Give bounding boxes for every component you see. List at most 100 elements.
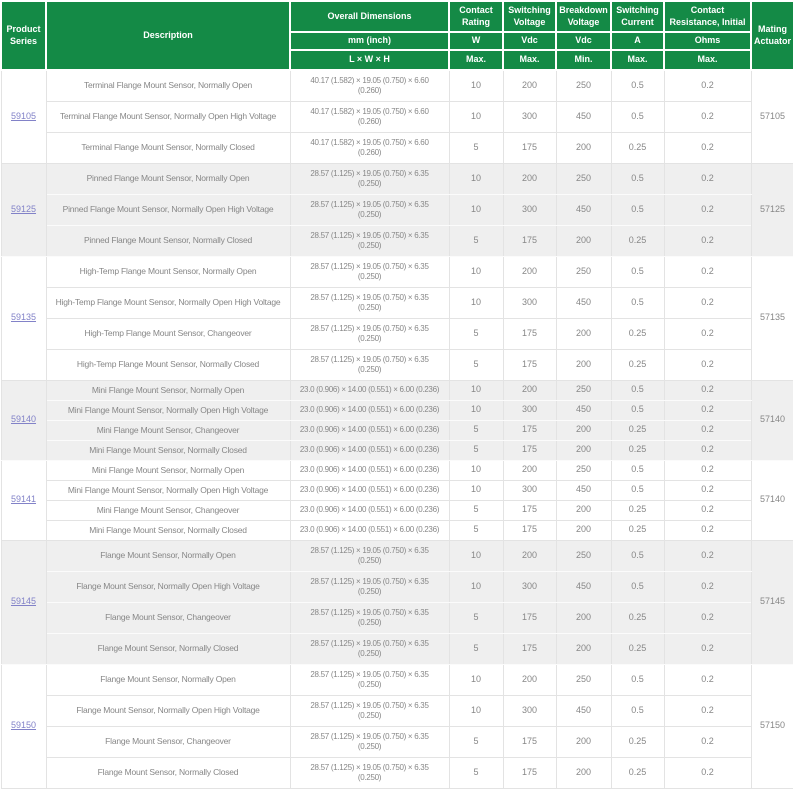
contact-resistance-cell: 0.2 [664, 757, 751, 788]
description-cell: Mini Flange Mount Sensor, Changeover [46, 500, 290, 520]
switching-voltage-cell: 300 [503, 480, 556, 500]
switching-voltage-cell: 175 [503, 520, 556, 540]
description-cell: High-Temp Flange Mount Sensor, Normally … [46, 256, 290, 287]
table-row: 59135High-Temp Flange Mount Sensor, Norm… [1, 256, 793, 287]
product-series-link[interactable]: 59140 [11, 414, 36, 424]
contact-resistance-cell: 0.2 [664, 349, 751, 380]
contact-rating-cell: 5 [449, 500, 503, 520]
contact-rating-cell: 10 [449, 287, 503, 318]
switching-current-cell: 0.5 [611, 101, 664, 132]
contact-resistance-cell: 0.2 [664, 664, 751, 695]
dimensions-cell: 28.57 (1.125) × 19.05 (0.750) × 6.35 (0.… [290, 163, 449, 194]
switching-voltage-cell: 200 [503, 460, 556, 480]
switching-current-cell: 0.5 [611, 480, 664, 500]
header-breakdown-voltage-unit: Vdc [556, 32, 611, 50]
table-row: Flange Mount Sensor, Changeover28.57 (1.… [1, 602, 793, 633]
breakdown-voltage-cell: 200 [556, 726, 611, 757]
breakdown-voltage-cell: 450 [556, 571, 611, 602]
product-series-link[interactable]: 59135 [11, 312, 36, 322]
dimensions-cell: 28.57 (1.125) × 19.05 (0.750) × 6.35 (0.… [290, 602, 449, 633]
breakdown-voltage-cell: 450 [556, 695, 611, 726]
description-cell: Flange Mount Sensor, Changeover [46, 726, 290, 757]
product-series-link[interactable]: 59125 [11, 204, 36, 214]
header-dims-unit: mm (inch) [290, 32, 449, 50]
table-row: Flange Mount Sensor, Changeover28.57 (1.… [1, 726, 793, 757]
switching-voltage-cell: 175 [503, 318, 556, 349]
table-row: High-Temp Flange Mount Sensor, Normally … [1, 349, 793, 380]
description-cell: Flange Mount Sensor, Normally Open High … [46, 571, 290, 602]
product-series-link[interactable]: 59105 [11, 111, 36, 121]
switching-voltage-cell: 175 [503, 602, 556, 633]
switching-current-cell: 0.5 [611, 540, 664, 571]
product-series-link[interactable]: 59150 [11, 720, 36, 730]
contact-rating-cell: 5 [449, 602, 503, 633]
description-cell: Flange Mount Sensor, Normally Open High … [46, 695, 290, 726]
table-row: Flange Mount Sensor, Normally Open High … [1, 695, 793, 726]
table-row: Flange Mount Sensor, Normally Closed28.5… [1, 757, 793, 788]
description-cell: Mini Flange Mount Sensor, Changeover [46, 420, 290, 440]
breakdown-voltage-cell: 200 [556, 602, 611, 633]
product-series-link[interactable]: 59145 [11, 596, 36, 606]
table-row: Terminal Flange Mount Sensor, Normally O… [1, 101, 793, 132]
dimensions-cell: 28.57 (1.125) × 19.05 (0.750) × 6.35 (0.… [290, 287, 449, 318]
switching-current-cell: 0.5 [611, 163, 664, 194]
switching-current-cell: 0.25 [611, 318, 664, 349]
table-row: High-Temp Flange Mount Sensor, Normally … [1, 287, 793, 318]
switching-voltage-cell: 175 [503, 757, 556, 788]
table-row: Flange Mount Sensor, Normally Closed28.5… [1, 633, 793, 664]
description-cell: Mini Flange Mount Sensor, Normally Open [46, 380, 290, 400]
table-row: Mini Flange Mount Sensor, Normally Close… [1, 440, 793, 460]
breakdown-voltage-cell: 250 [556, 664, 611, 695]
breakdown-voltage-cell: 250 [556, 256, 611, 287]
switching-current-cell: 0.25 [611, 633, 664, 664]
switching-voltage-cell: 300 [503, 194, 556, 225]
product-series-cell: 59140 [1, 380, 46, 460]
dimensions-cell: 28.57 (1.125) × 19.05 (0.750) × 6.35 (0.… [290, 225, 449, 256]
switching-current-cell: 0.25 [611, 757, 664, 788]
switching-voltage-cell: 300 [503, 101, 556, 132]
contact-resistance-cell: 0.2 [664, 318, 751, 349]
contact-rating-cell: 10 [449, 460, 503, 480]
contact-rating-cell: 10 [449, 480, 503, 500]
switching-current-cell: 0.5 [611, 256, 664, 287]
switching-current-cell: 0.5 [611, 571, 664, 602]
mating-actuator-cell: 57145 [751, 540, 793, 664]
description-cell: Terminal Flange Mount Sensor, Normally O… [46, 101, 290, 132]
contact-resistance-cell: 0.2 [664, 440, 751, 460]
breakdown-voltage-cell: 200 [556, 132, 611, 163]
table-row: Mini Flange Mount Sensor, Changeover23.0… [1, 420, 793, 440]
switching-current-cell: 0.5 [611, 695, 664, 726]
contact-resistance-cell: 0.2 [664, 132, 751, 163]
header-switching-voltage-unit: Vdc [503, 32, 556, 50]
contact-resistance-cell: 0.2 [664, 400, 751, 420]
dimensions-cell: 28.57 (1.125) × 19.05 (0.750) × 6.35 (0.… [290, 695, 449, 726]
contact-rating-cell: 5 [449, 225, 503, 256]
product-series-cell: 59145 [1, 540, 46, 664]
description-cell: Flange Mount Sensor, Normally Open [46, 664, 290, 695]
product-series-link[interactable]: 59141 [11, 494, 36, 504]
dimensions-cell: 28.57 (1.125) × 19.05 (0.750) × 6.35 (0.… [290, 757, 449, 788]
description-cell: Terminal Flange Mount Sensor, Normally C… [46, 132, 290, 163]
table-row: Pinned Flange Mount Sensor, Normally Clo… [1, 225, 793, 256]
contact-resistance-cell: 0.2 [664, 571, 751, 602]
table-row: 59145Flange Mount Sensor, Normally Open2… [1, 540, 793, 571]
table-row: Pinned Flange Mount Sensor, Normally Ope… [1, 194, 793, 225]
header-switching-current-unit: A [611, 32, 664, 50]
table-row: High-Temp Flange Mount Sensor, Changeove… [1, 318, 793, 349]
table-row: 59140Mini Flange Mount Sensor, Normally … [1, 380, 793, 400]
contact-resistance-cell: 0.2 [664, 256, 751, 287]
contact-resistance-cell: 0.2 [664, 287, 751, 318]
switching-current-cell: 0.25 [611, 520, 664, 540]
table-row: 59125Pinned Flange Mount Sensor, Normall… [1, 163, 793, 194]
description-cell: High-Temp Flange Mount Sensor, Normally … [46, 349, 290, 380]
switching-voltage-cell: 200 [503, 380, 556, 400]
dimensions-cell: 40.17 (1.582) × 19.05 (0.750) × 6.60 (0.… [290, 70, 449, 101]
switching-voltage-cell: 300 [503, 695, 556, 726]
header-mating-actuator: Mating Actuator [751, 1, 793, 70]
switching-current-cell: 0.25 [611, 225, 664, 256]
header-switching-current-limit: Max. [611, 50, 664, 70]
contact-resistance-cell: 0.2 [664, 163, 751, 194]
description-cell: Mini Flange Mount Sensor, Normally Close… [46, 520, 290, 540]
breakdown-voltage-cell: 250 [556, 163, 611, 194]
switching-voltage-cell: 300 [503, 400, 556, 420]
